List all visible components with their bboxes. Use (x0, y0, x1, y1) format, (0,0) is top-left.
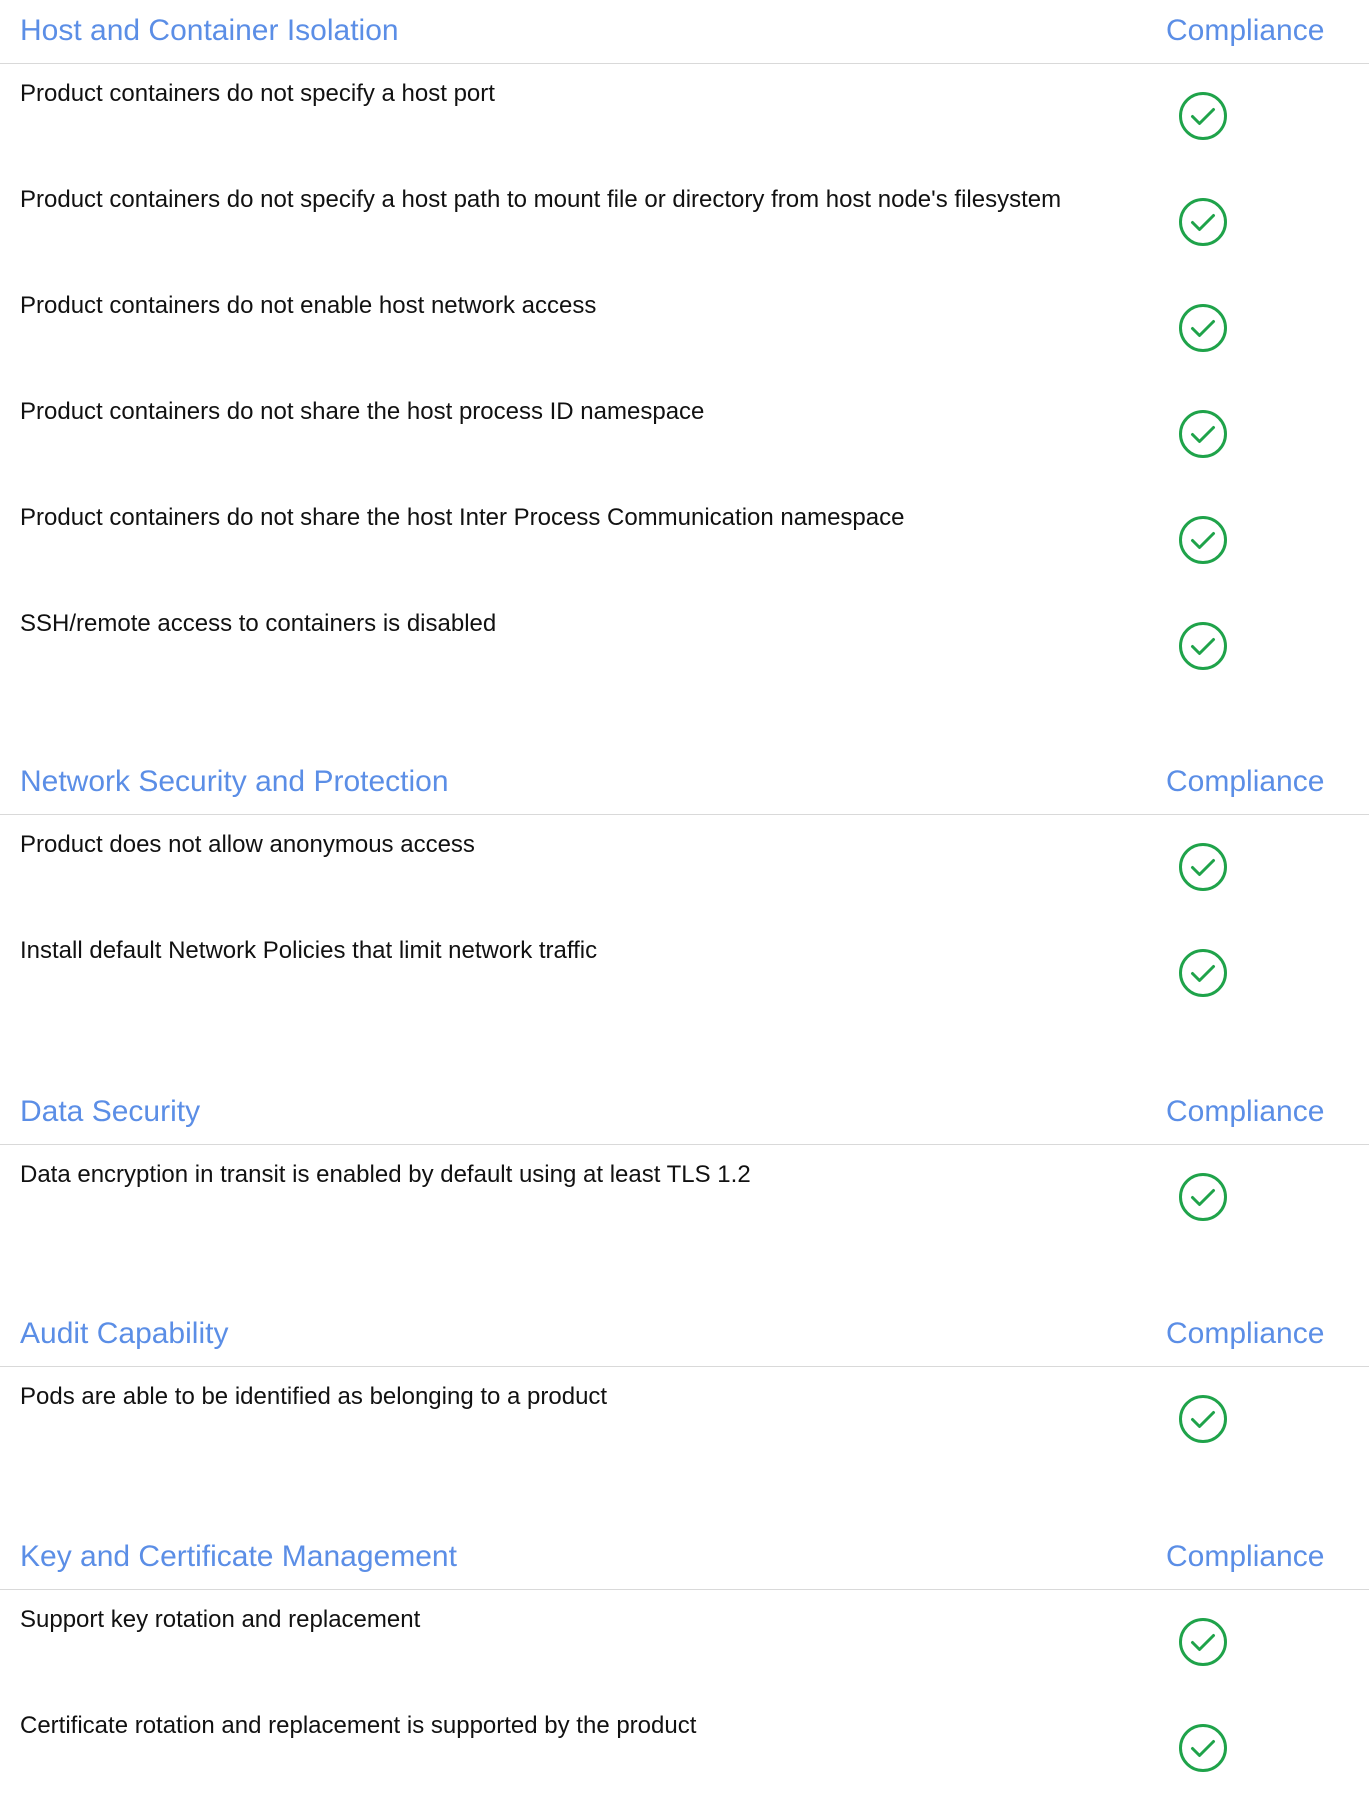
section-key-certificate-management: Key and Certificate Management Complianc… (0, 1526, 1369, 1802)
section-audit-capability: Audit Capability Compliance Pods are abl… (0, 1303, 1369, 1473)
section-header: Data Security Compliance (0, 1081, 1369, 1145)
requirement-text: Product containers do not enable host ne… (20, 292, 597, 319)
section-network-security: Network Security and Protection Complian… (0, 751, 1369, 1027)
compliance-column-header: Compliance (1166, 765, 1325, 798)
compliance-column-header: Compliance (1166, 14, 1325, 47)
section-data-security: Data Security Compliance Data encryption… (0, 1081, 1369, 1251)
requirement-row: Pods are able to be identified as belong… (0, 1367, 1369, 1473)
requirement-row: SSH/remote access to containers is disab… (0, 594, 1369, 700)
requirement-row: Product does not allow anonymous access (0, 815, 1369, 921)
requirement-text: Product containers do not specify a host… (20, 80, 495, 107)
requirement-row: Support key rotation and replacement (0, 1590, 1369, 1696)
section-title: Audit Capability (20, 1317, 229, 1350)
requirement-text: Product containers do not share the host… (20, 398, 705, 425)
check-circle-icon (1177, 841, 1229, 893)
check-circle-icon (1177, 1393, 1229, 1445)
requirement-row: Product containers do not specify a host… (0, 170, 1369, 276)
requirement-row: Product containers do not enable host ne… (0, 276, 1369, 382)
requirement-row: Install default Network Policies that li… (0, 921, 1369, 1027)
section-header: Host and Container Isolation Compliance (0, 0, 1369, 64)
requirement-text: Pods are able to be identified as belong… (20, 1383, 608, 1410)
check-circle-icon (1177, 196, 1229, 248)
requirement-text: Install default Network Policies that li… (20, 937, 598, 964)
check-circle-icon (1177, 90, 1229, 142)
section-title: Network Security and Protection (20, 765, 449, 798)
requirement-text: SSH/remote access to containers is disab… (20, 610, 497, 637)
section-title: Key and Certificate Management (20, 1540, 457, 1573)
check-circle-icon (1177, 408, 1229, 460)
section-title: Data Security (20, 1095, 201, 1128)
section-title: Host and Container Isolation (20, 14, 399, 47)
section-header: Audit Capability Compliance (0, 1303, 1369, 1367)
check-circle-icon (1177, 947, 1229, 999)
requirement-row: Certificate rotation and replacement is … (0, 1696, 1369, 1802)
requirement-row: Product containers do not share the host… (0, 382, 1369, 488)
requirement-text: Product does not allow anonymous access (20, 831, 475, 858)
requirement-text: Data encryption in transit is enabled by… (20, 1161, 751, 1188)
requirement-row: Product containers do not specify a host… (0, 64, 1369, 170)
compliance-column-header: Compliance (1166, 1317, 1325, 1350)
requirement-text: Support key rotation and replacement (20, 1606, 421, 1633)
compliance-column-header: Compliance (1166, 1540, 1325, 1573)
check-circle-icon (1177, 1722, 1229, 1774)
requirement-text: Product containers do not share the host… (20, 504, 905, 531)
check-circle-icon (1177, 1171, 1229, 1223)
compliance-column-header: Compliance (1166, 1095, 1325, 1128)
section-header: Key and Certificate Management Complianc… (0, 1526, 1369, 1590)
check-circle-icon (1177, 1616, 1229, 1668)
check-circle-icon (1177, 620, 1229, 672)
section-header: Network Security and Protection Complian… (0, 751, 1369, 815)
check-circle-icon (1177, 514, 1229, 566)
requirement-row: Product containers do not share the host… (0, 488, 1369, 594)
requirement-text: Product containers do not specify a host… (20, 186, 1062, 213)
section-host-container-isolation: Host and Container Isolation Compliance … (0, 0, 1369, 700)
requirement-text: Certificate rotation and replacement is … (20, 1712, 697, 1739)
requirement-row: Data encryption in transit is enabled by… (0, 1145, 1369, 1251)
check-circle-icon (1177, 302, 1229, 354)
